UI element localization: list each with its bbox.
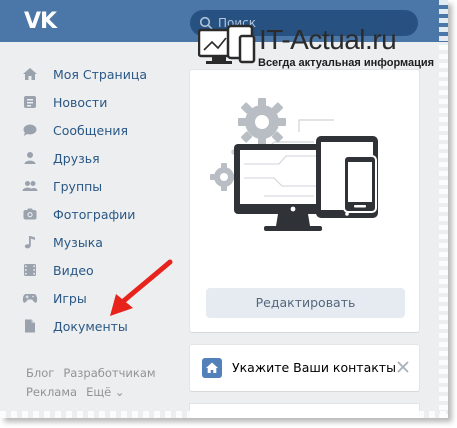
sidebar-item-label: Друзья [53,150,100,166]
sidebar-item-label: Видео [53,262,94,278]
friend-icon [24,152,36,164]
sidebar-item-music[interactable]: Музыка [22,232,172,252]
profile-card: Редактировать [190,70,419,332]
sidebar-item-label: Документы [53,318,128,334]
film-icon [24,264,36,276]
sidebar-item-messages[interactable]: Сообщения [22,120,172,140]
home-badge-icon [202,358,222,378]
watermark-title: IT-Actual.ru [259,24,397,55]
vk-logo[interactable]: VK [24,11,64,33]
vk-window: VK Моя Страница Новости Сообщения Друзья [0,0,448,418]
camera-icon [23,208,37,220]
news-icon [24,96,36,108]
sidebar-item-label: Новости [53,94,108,110]
footer-link-developers[interactable]: Разработчикам [63,366,155,380]
document-icon [25,319,35,333]
site-watermark: IT-Actual.ru Всегда актуальная информаци… [196,22,448,72]
devices-illustration [210,98,378,231]
sidebar-item-photos[interactable]: Фотографии [22,204,172,224]
devices-logo-icon [198,24,256,64]
music-note-icon [24,236,35,249]
torn-edge-bottom [0,411,448,418]
sidebar-item-label: Сообщения [53,122,129,138]
home-icon [23,68,37,80]
footer-link-more[interactable]: Ещё ⌄ [86,385,124,399]
contacts-prompt-text: Укажите Ваши контакты [232,360,396,375]
sidebar-item-friends[interactable]: Друзья [22,148,172,168]
sidebar-item-label: Группы [53,178,103,194]
sidebar-item-label: Фотографии [53,206,136,222]
contacts-prompt-card[interactable]: Укажите Ваши контакты [190,345,419,391]
sidebar-item-my-page[interactable]: Моя Страница [22,64,172,84]
messages-icon [23,124,37,136]
footer-link-blog[interactable]: Блог [26,366,54,380]
sidebar-footer-row: Реклама Ещё ⌄ [26,385,134,399]
edit-button[interactable]: Редактировать [206,288,405,318]
red-arrow-annotation [110,259,173,316]
sidebar-item-news[interactable]: Новости [22,92,172,112]
watermark-subtitle: Всегда актуальная информация [258,57,435,69]
gamepad-icon [22,294,38,303]
groups-icon [22,181,38,191]
sidebar-footer-row: Блог Разработчикам [26,366,165,380]
sidebar-item-label: Моя Страница [53,66,147,82]
close-icon[interactable] [397,361,409,373]
footer-link-ads[interactable]: Реклама [26,385,77,399]
sidebar-item-label: Музыка [53,234,103,250]
sidebar-item-label: Игры [53,290,87,306]
torn-edge-right [439,0,448,418]
sidebar-item-groups[interactable]: Группы [22,176,172,196]
